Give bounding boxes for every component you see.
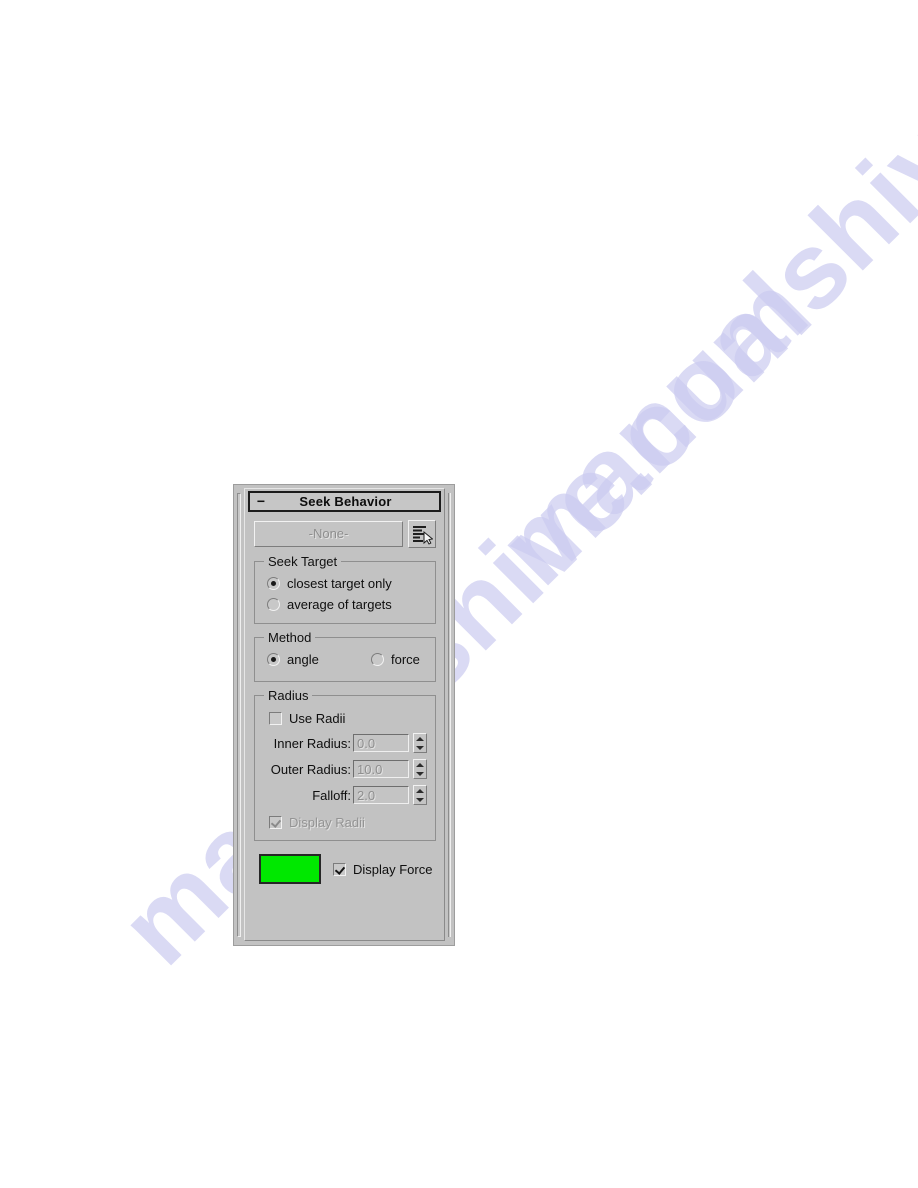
rollout-body: − Seek Behavior -None- Seek Target close… xyxy=(244,488,445,941)
radio-indicator-closest-target-only[interactable] xyxy=(267,577,280,590)
radio-label-average-of-targets: average of targets xyxy=(287,597,392,612)
spinner-inner-radius[interactable] xyxy=(413,733,427,753)
seek-target-group: Seek Target closest target only average … xyxy=(254,554,436,624)
panel-right-rail-thumb[interactable] xyxy=(448,493,451,937)
spinner-down-icon-outer-radius[interactable] xyxy=(416,771,424,776)
spinner-down-icon-falloff[interactable] xyxy=(416,797,424,802)
radius-group-title: Radius xyxy=(264,688,313,703)
watermark-text-right: manualshive.com xyxy=(473,0,918,607)
radio-label-closest-target-only: closest target only xyxy=(287,576,392,591)
radio-closest-target-only[interactable]: closest target only xyxy=(261,573,429,594)
method-group-title: Method xyxy=(264,630,316,645)
panel-left-rail-thumb[interactable] xyxy=(237,493,241,937)
panel-left-rail xyxy=(235,486,243,944)
spinner-outer-radius[interactable] xyxy=(413,759,427,779)
checkbox-label-use-radii: Use Radii xyxy=(289,710,346,726)
field-row-outer-radius: Outer Radius: 10.0 xyxy=(261,757,427,781)
checkbox-display-force[interactable]: Display Force xyxy=(333,858,432,880)
checkbox-indicator-display-radii xyxy=(269,815,282,829)
checkbox-label-display-radii: Display Radii xyxy=(289,814,365,830)
field-row-falloff: Falloff: 2.0 xyxy=(261,783,427,807)
select-by-list-icon[interactable] xyxy=(408,520,436,548)
watermark-text-left: manualshive.com xyxy=(96,249,834,987)
rollout-title-label: Seek Behavior xyxy=(299,494,392,509)
spinner-down-icon-inner-radius[interactable] xyxy=(416,745,424,750)
radius-group: Radius Use Radii Inner Radius: 0.0 Outer… xyxy=(254,688,436,841)
radio-label-method-angle: angle xyxy=(287,652,319,667)
radio-average-of-targets[interactable]: average of targets xyxy=(261,594,429,615)
force-color-swatch[interactable] xyxy=(259,854,321,884)
field-label-inner-radius: Inner Radius: xyxy=(273,735,351,751)
radio-indicator-method-force[interactable] xyxy=(371,653,384,666)
checkbox-display-radii: Display Radii xyxy=(261,811,427,833)
field-input-inner-radius[interactable]: 0.0 xyxy=(353,734,409,752)
spinner-falloff[interactable] xyxy=(413,785,427,805)
spinner-up-icon-outer-radius[interactable] xyxy=(416,762,424,767)
spinner-up-icon-falloff[interactable] xyxy=(416,788,424,793)
radio-indicator-method-angle[interactable] xyxy=(267,653,280,666)
checkbox-use-radii[interactable]: Use Radii xyxy=(261,707,427,729)
field-row-inner-radius: Inner Radius: 0.0 xyxy=(261,731,427,755)
target-picker-row: -None- xyxy=(254,520,436,548)
method-group: Method angle force xyxy=(254,630,436,682)
page-watermark: manualshive.com manualshive.com xyxy=(0,0,918,1188)
seek-target-group-title: Seek Target xyxy=(264,554,342,569)
spinner-up-icon-inner-radius[interactable] xyxy=(416,736,424,741)
field-label-falloff: Falloff: xyxy=(312,787,351,803)
display-force-row: Display Force xyxy=(259,854,436,884)
panel-right-rail xyxy=(447,486,453,944)
checkbox-indicator-display-force[interactable] xyxy=(333,862,346,876)
rollout-titlebar[interactable]: − Seek Behavior xyxy=(248,491,441,512)
seek-behavior-rollout-panel: − Seek Behavior -None- Seek Target close… xyxy=(233,484,455,946)
radio-label-method-force: force xyxy=(391,652,420,667)
radio-method-angle[interactable]: angle xyxy=(261,649,365,670)
radio-indicator-average-of-targets[interactable] xyxy=(267,598,280,611)
collapse-minus-icon[interactable]: − xyxy=(250,494,272,508)
checkbox-label-display-force: Display Force xyxy=(353,861,433,877)
field-label-outer-radius: Outer Radius: xyxy=(270,761,351,777)
field-input-outer-radius[interactable]: 10.0 xyxy=(353,760,409,778)
radio-method-force[interactable]: force xyxy=(365,649,420,670)
field-input-falloff[interactable]: 2.0 xyxy=(353,786,409,804)
checkbox-indicator-use-radii[interactable] xyxy=(269,711,282,725)
target-none-button[interactable]: -None- xyxy=(254,521,403,547)
